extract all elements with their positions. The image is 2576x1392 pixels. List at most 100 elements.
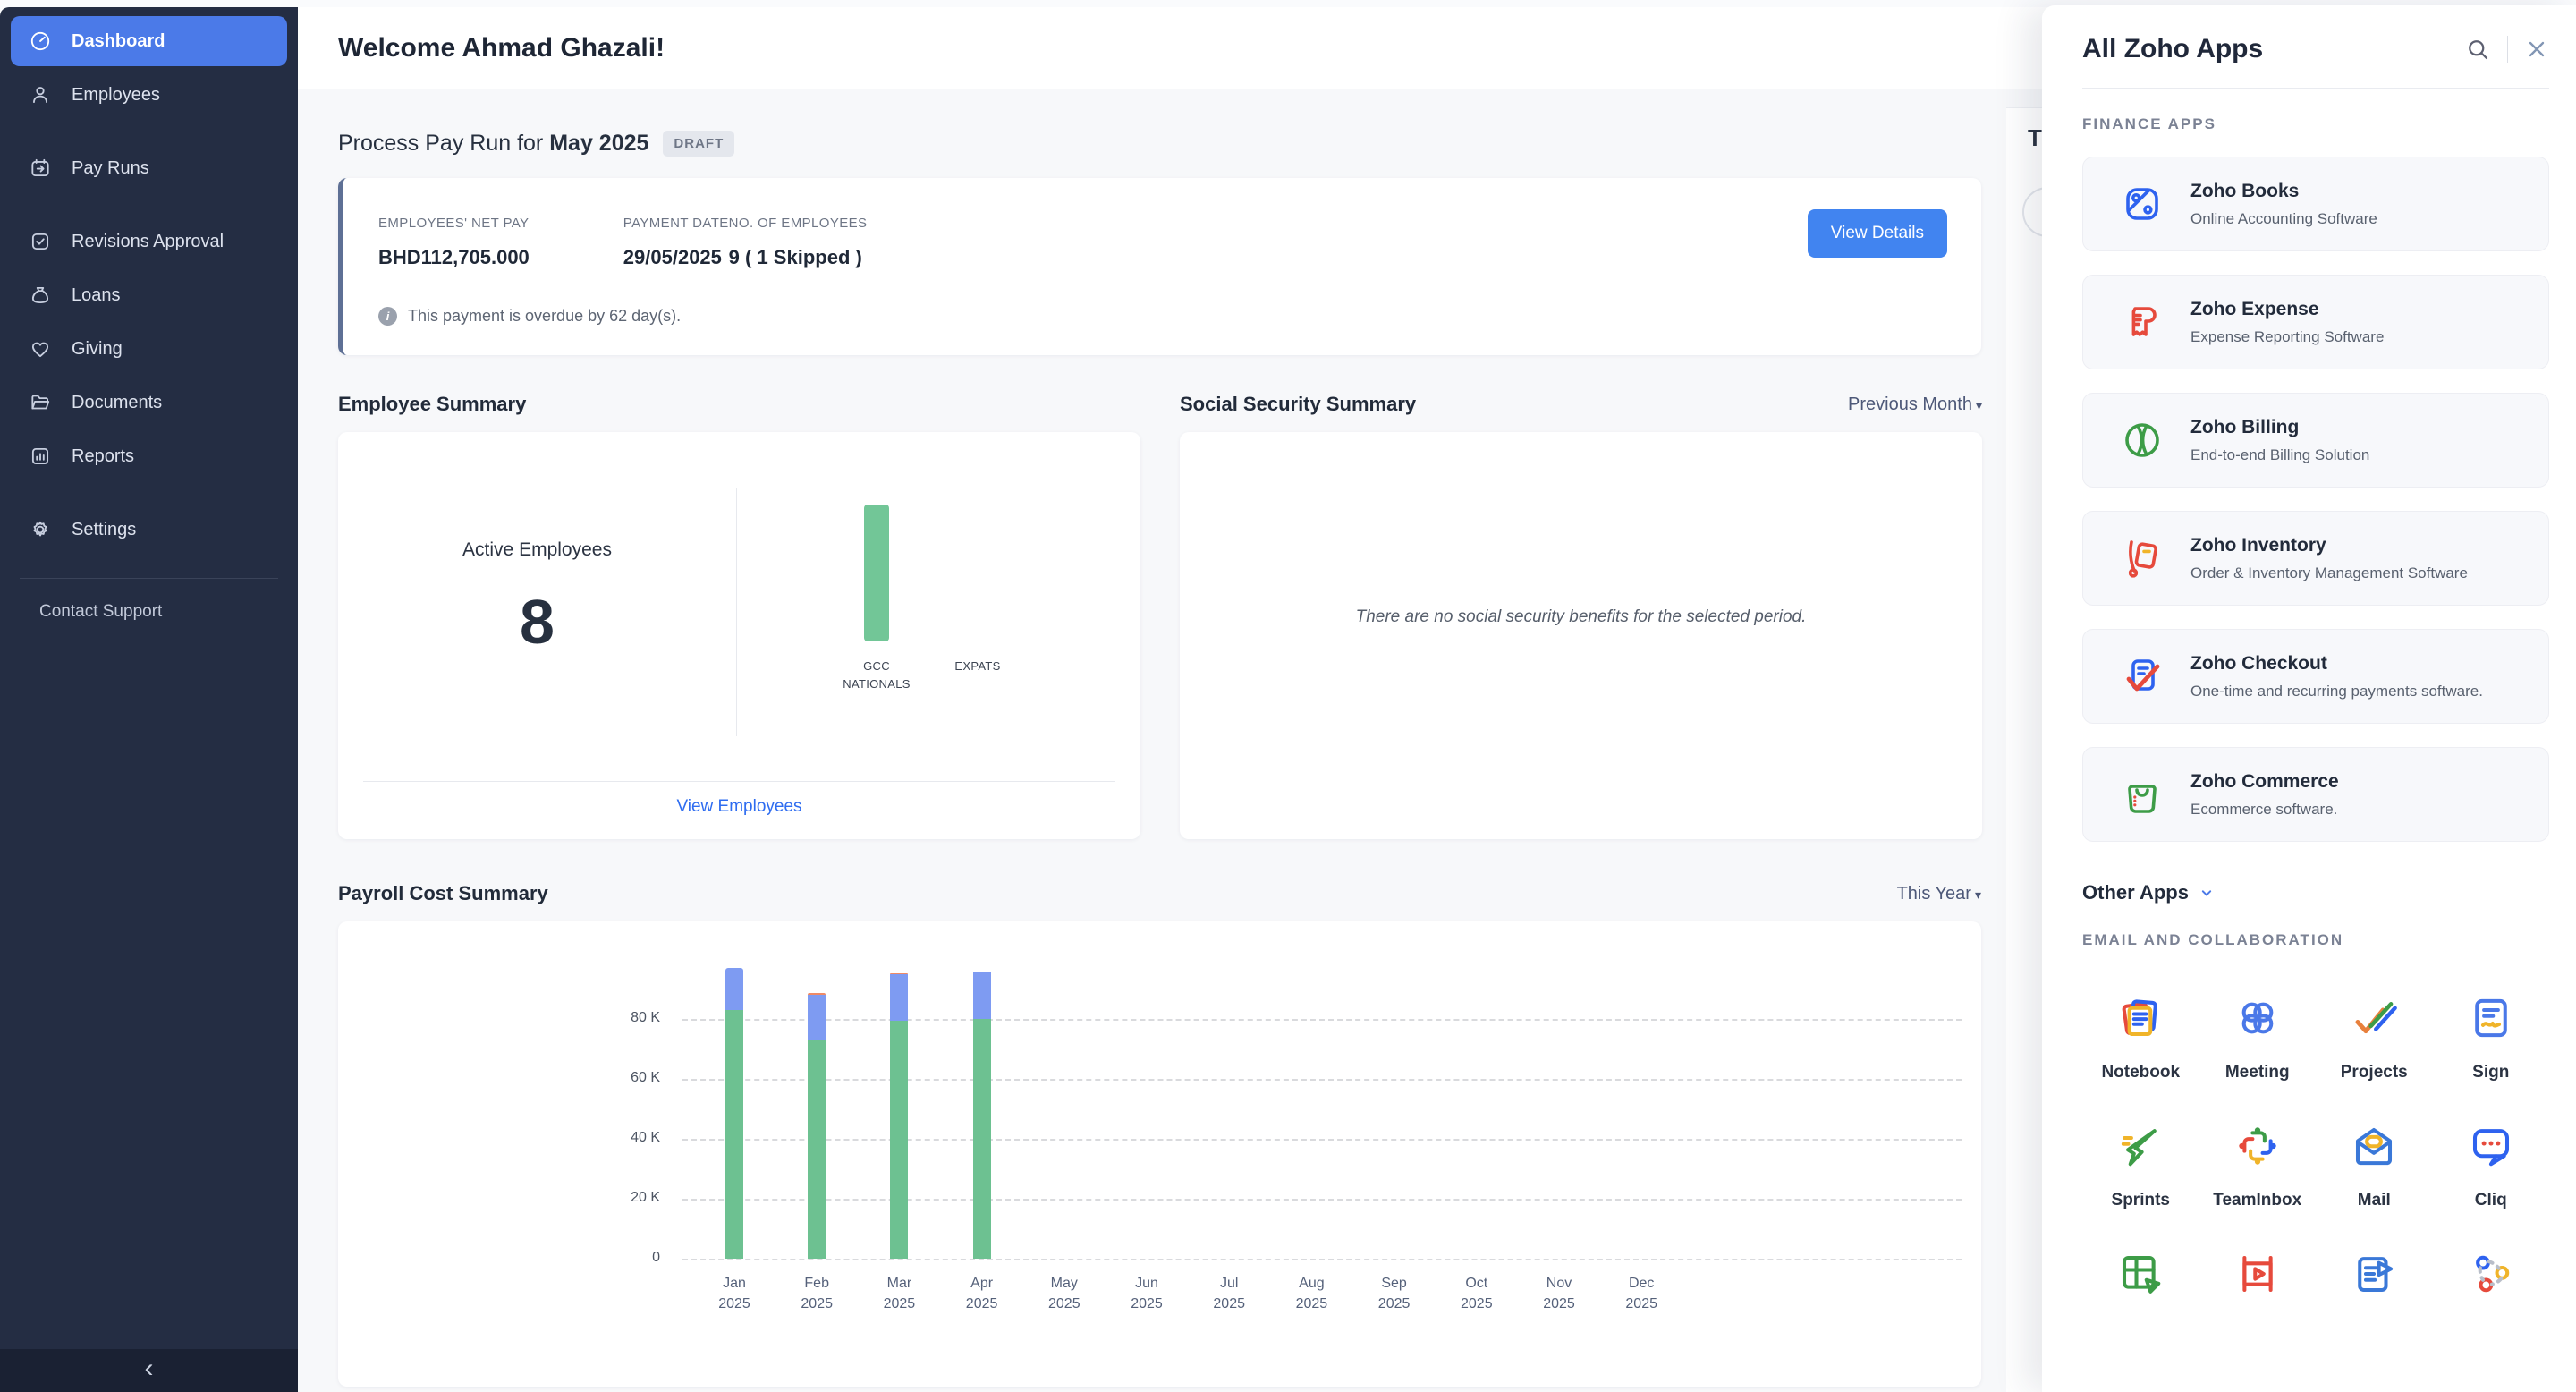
x-axis-label: Sep2025 [1353, 1273, 1436, 1314]
documents-icon [29, 391, 52, 414]
sidebar-item-employees[interactable]: Employees [11, 70, 287, 120]
stat-employee-count: NO. OF EMPLOYEES 9 ( 1 Skipped ) [729, 216, 868, 291]
app-notebook[interactable]: Notebook [2082, 994, 2199, 1082]
sidebar-item-documents[interactable]: Documents [11, 378, 287, 428]
stacked-bar [725, 921, 743, 1259]
y-axis-tick: 0 [575, 1250, 660, 1266]
payrun-period: May 2025 [549, 131, 648, 156]
draft-status-badge: DRAFT [663, 131, 734, 157]
sidebar-collapse-button[interactable]: ‹ [0, 1349, 298, 1392]
employee-type-chart: GCCNATIONALSEXPATS [736, 432, 1140, 839]
sidebar-item-revisions-approval[interactable]: Revisions Approval [11, 216, 287, 267]
active-employees-count: 8 [338, 586, 736, 658]
meeting-icon [2233, 994, 2282, 1042]
payroll-cost-section: Payroll Cost Summary This Year▾ 80 K60 K… [338, 882, 1981, 1387]
close-panel-button[interactable] [2524, 37, 2549, 62]
payroll-cost-chart: 80 K60 K40 K20 K0Jan2025Feb2025Mar2025Ap… [682, 921, 1962, 1259]
app-sign[interactable]: Sign [2433, 994, 2550, 1082]
table-icon [2116, 1250, 2165, 1298]
x-axis-label: Apr2025 [941, 1273, 1023, 1314]
sidebar-item-label: Settings [72, 520, 136, 540]
mail-icon [2350, 1122, 2398, 1170]
contact-support-link[interactable]: Contact Support [11, 579, 287, 622]
reports-icon [29, 445, 52, 468]
sidebar-item-dashboard[interactable]: Dashboard [11, 16, 287, 66]
blue-segment [725, 968, 743, 1010]
app-card-zoho-expense[interactable]: Zoho ExpenseExpense Reporting Software [2082, 275, 2549, 369]
panel-divider [2082, 88, 2549, 89]
view-details-button[interactable]: View Details [1808, 209, 1947, 258]
app-cliq[interactable]: Cliq [2433, 1122, 2550, 1210]
payrun-title: Process Pay Run for May 2025 [338, 131, 648, 157]
x-axis-label: May2025 [1023, 1273, 1106, 1314]
x-axis-label: Mar2025 [858, 1273, 940, 1314]
employee-bar-label: GCCNATIONALS [823, 658, 930, 692]
all-zoho-apps-panel: All Zoho Apps FINANCE APPS Zoho BooksOnl… [2042, 5, 2576, 1392]
app-card-zoho-inventory[interactable]: Zoho InventoryOrder & Inventory Manageme… [2082, 511, 2549, 606]
green-segment [973, 1019, 991, 1259]
employee-summary-title: Employee Summary [338, 393, 526, 416]
app-partial-table[interactable] [2082, 1250, 2199, 1303]
sidebar-item-label: Reports [72, 446, 134, 467]
panel-title: All Zoho Apps [2082, 34, 2464, 64]
dashboard-icon [29, 30, 52, 53]
x-axis-label: Jul2025 [1188, 1273, 1270, 1314]
app-partial-video[interactable] [2199, 1250, 2317, 1303]
gridline [682, 1019, 1962, 1021]
document-icon [2350, 1250, 2398, 1298]
sidebar-item-pay-runs[interactable]: Pay Runs [11, 143, 287, 193]
active-employees-label: Active Employees [338, 539, 736, 561]
stacked-bar [890, 921, 908, 1259]
app-teaminbox[interactable]: TeamInbox [2199, 1122, 2317, 1210]
email-collab-label: EMAIL AND COLLABORATION [2082, 931, 2549, 949]
app-card-zoho-checkout[interactable]: Zoho CheckoutOne-time and recurring paym… [2082, 629, 2549, 724]
projects-icon [2350, 994, 2398, 1042]
chevron-down-icon [2198, 884, 2216, 902]
search-button[interactable] [2464, 36, 2491, 63]
gridline [682, 1139, 1962, 1141]
sidebar-item-label: Giving [72, 339, 123, 360]
previous-month-filter[interactable]: Previous Month▾ [1848, 395, 1982, 415]
sidebar-item-giving[interactable]: Giving [11, 324, 287, 374]
app-sprints[interactable]: Sprints [2082, 1122, 2199, 1210]
employee-summary-card: Active Employees 8 GCCNATIONALSEXPATS Vi… [338, 432, 1140, 839]
blue-segment [890, 974, 908, 1020]
sprints-icon [2116, 1122, 2165, 1170]
sidebar-item-label: Employees [72, 85, 160, 106]
employee-bar-label: EXPATS [924, 658, 1031, 675]
app-projects[interactable]: Projects [2316, 994, 2433, 1082]
green-segment [808, 1040, 826, 1259]
app-meeting[interactable]: Meeting [2199, 994, 2317, 1082]
sidebar-item-label: Pay Runs [72, 158, 149, 179]
stacked-bar [808, 921, 826, 1259]
app-partial-document[interactable] [2316, 1250, 2433, 1303]
loans-icon [29, 284, 52, 307]
connected-dots-icon [2467, 1250, 2515, 1298]
welcome-title: Welcome Ahmad Ghazali! [298, 33, 665, 64]
y-axis-tick: 80 K [575, 1010, 660, 1026]
other-apps-toggle[interactable]: Other Apps [2082, 881, 2549, 904]
sidebar-item-label: Revisions Approval [72, 232, 224, 252]
app-mail[interactable]: Mail [2316, 1122, 2433, 1210]
sidebar-item-settings[interactable]: Settings [11, 505, 287, 555]
sidebar-item-reports[interactable]: Reports [11, 431, 287, 481]
this-year-filter[interactable]: This Year▾ [1897, 884, 1981, 904]
zoho-billing-icon [2121, 419, 2164, 462]
blue-segment [808, 995, 826, 1040]
search-icon [2464, 36, 2491, 63]
app-card-zoho-billing[interactable]: Zoho BillingEnd-to-end Billing Solution [2082, 393, 2549, 488]
gridline [682, 1079, 1962, 1081]
payrun-card: EMPLOYEES' NET PAY BHD112,705.000 PAYMEN… [338, 178, 1981, 355]
revisions-approval-icon [29, 230, 52, 253]
y-axis-tick: 20 K [575, 1190, 660, 1206]
caret-down-icon: ▾ [1975, 887, 1981, 902]
app-partial-connect[interactable] [2433, 1250, 2550, 1303]
teaminbox-icon [2233, 1122, 2282, 1170]
gridline [682, 1259, 1962, 1260]
x-axis-label: Dec2025 [1600, 1273, 1682, 1314]
app-card-zoho-books[interactable]: Zoho BooksOnline Accounting Software [2082, 157, 2549, 251]
sidebar-item-loans[interactable]: Loans [11, 270, 287, 320]
app-card-zoho-commerce[interactable]: Zoho CommerceEcommerce software. [2082, 747, 2549, 842]
view-employees-link[interactable]: View Employees [338, 797, 1140, 817]
x-axis-label: Oct2025 [1436, 1273, 1518, 1314]
